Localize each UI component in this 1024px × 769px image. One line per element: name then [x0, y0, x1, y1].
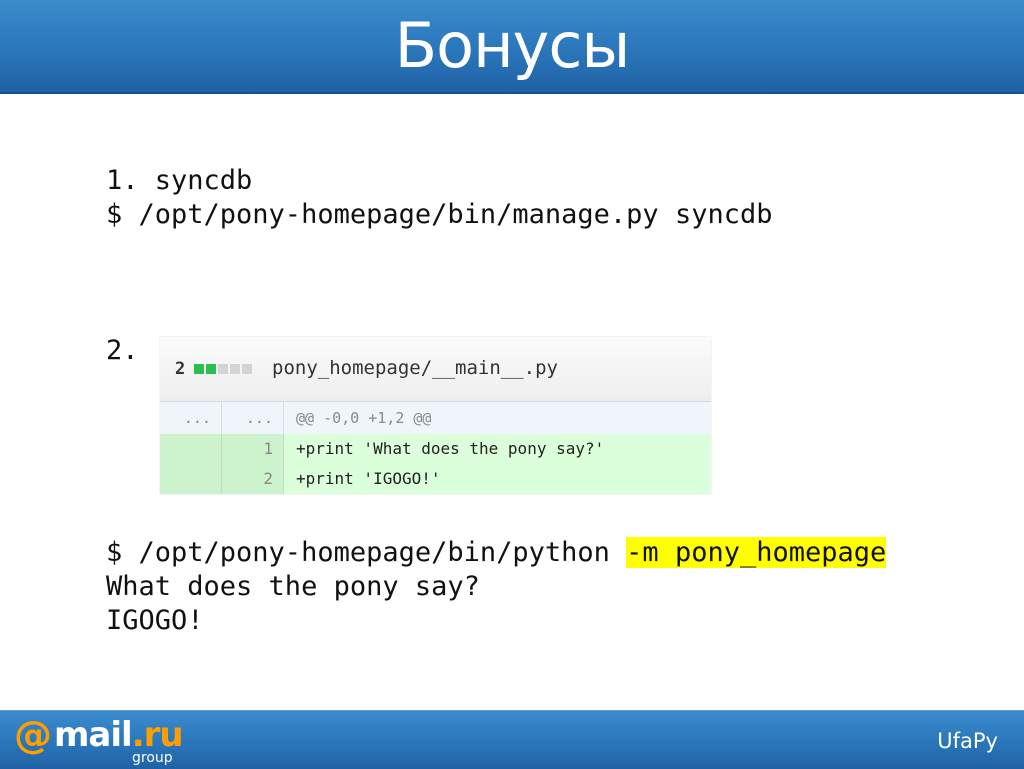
diff-filename: pony_homepage/__main__.py	[272, 357, 558, 379]
diff-line-code: +print 'IGOGO!'	[296, 469, 441, 488]
diff-view: 2 pony_homepage/__main__.py ... ... @@ -…	[160, 337, 711, 494]
diff-new-line-number: ...	[222, 402, 284, 434]
diff-stat-bar	[194, 364, 252, 374]
run-output-line: IGOGO!	[106, 605, 204, 636]
diff-hunk-header: ... ... @@ -0,0 +1,2 @@	[160, 402, 711, 434]
diff-old-line-number	[160, 464, 222, 494]
run-command-prefix: $ /opt/pony-homepage/bin/python	[106, 537, 627, 568]
run-command-highlight: -m pony_homepage	[626, 537, 887, 568]
diff-new-line-number: 2	[222, 464, 284, 494]
diff-old-line-number: ...	[160, 402, 222, 434]
footer-band: @ mail.ru group UfaPy	[0, 710, 1024, 769]
diff-added-line: 1 +print 'What does the pony say?'	[160, 434, 711, 464]
run-block: $ /opt/pony-homepage/bin/python -m pony_…	[106, 536, 887, 638]
logo-at-icon: @	[14, 713, 52, 757]
step-1-block: 1. syncdb $ /opt/pony-homepage/bin/manag…	[106, 164, 772, 232]
diff-stat-block-neutral	[242, 364, 252, 374]
diff-file-header: 2 pony_homepage/__main__.py	[160, 337, 711, 402]
diff-old-line-number	[160, 434, 222, 464]
step-2-label: 2.	[106, 335, 139, 366]
step-1-label: 1. syncdb	[106, 165, 253, 196]
diff-stat-block-neutral	[230, 364, 240, 374]
diff-change-count: 2	[175, 359, 186, 379]
logo-subtext: group	[132, 750, 173, 766]
run-output-line: What does the pony say?	[106, 571, 480, 602]
logo-main-text: mail	[54, 715, 133, 755]
diff-hunk-text: @@ -0,0 +1,2 @@	[296, 409, 432, 427]
logo-wordmark: mail.ru	[54, 715, 184, 755]
diff-line-code: +print 'What does the pony say?'	[296, 439, 605, 458]
step-1-command: $ /opt/pony-homepage/bin/manage.py syncd…	[106, 199, 773, 230]
logo-tld-text: .ru	[131, 715, 184, 755]
slide-title: Бонусы	[394, 9, 631, 82]
event-brand: UfaPy	[937, 729, 998, 753]
diff-stat-block-added	[194, 364, 204, 374]
diff-stat-block-added	[206, 364, 216, 374]
header-band: Бонусы	[0, 0, 1024, 94]
diff-added-line: 2 +print 'IGOGO!'	[160, 464, 711, 494]
diff-new-line-number: 1	[222, 434, 284, 464]
diff-stat-block-neutral	[218, 364, 228, 374]
